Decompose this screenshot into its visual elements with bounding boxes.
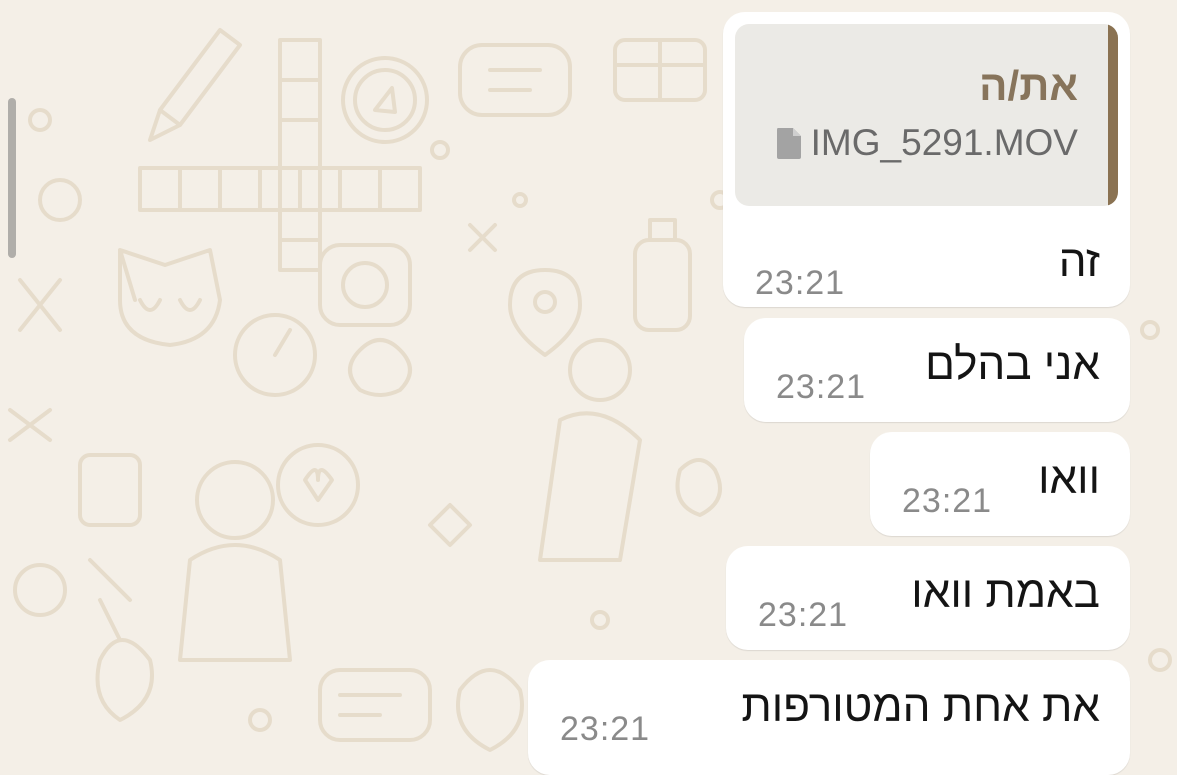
message-text: זה: [1058, 237, 1100, 286]
scrollbar[interactable]: [8, 98, 16, 258]
message-bubble[interactable]: את/ה IMG_5291.MOV זה 23:21: [723, 12, 1130, 307]
message-time: 23:21: [560, 710, 651, 748]
message-bubble[interactable]: באמת וואו 23:21: [726, 546, 1130, 650]
message-text: אני בהלם: [925, 340, 1100, 389]
message-bubble[interactable]: אני בהלם 23:21: [744, 318, 1130, 422]
quoted-file-name: IMG_5291.MOV: [810, 122, 1078, 163]
message-text: באמת וואו: [911, 568, 1100, 617]
document-icon: [776, 128, 801, 159]
quoted-message[interactable]: את/ה IMG_5291.MOV: [735, 24, 1118, 206]
quoted-author: את/ה: [979, 62, 1078, 109]
message-time: 23:21: [758, 596, 849, 634]
quoted-file: IMG_5291.MOV: [775, 122, 1078, 164]
message-time: 23:21: [776, 368, 867, 406]
message-bubble[interactable]: וואו 23:21: [870, 432, 1130, 536]
message-time: 23:21: [902, 482, 993, 520]
message-bubble[interactable]: את אחת המטורפות 23:21: [528, 660, 1130, 775]
message-text: וואו: [1038, 454, 1100, 503]
message-time: 23:21: [755, 264, 846, 302]
quote-accent-bar: [1108, 24, 1118, 206]
message-text: את אחת המטורפות: [741, 682, 1100, 731]
